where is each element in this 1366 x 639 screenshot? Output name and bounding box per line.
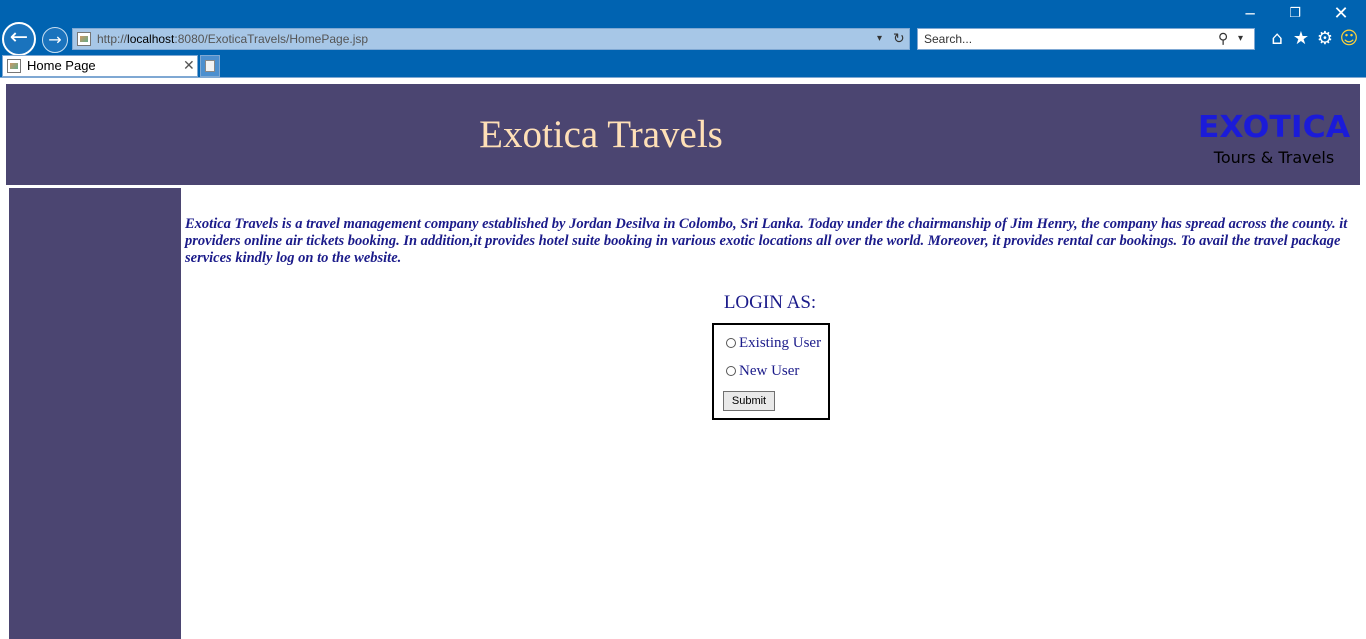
back-button[interactable]: ←	[2, 22, 36, 56]
search-box[interactable]: Search... ⚲ ▾	[917, 28, 1255, 50]
new-tab-icon[interactable]	[200, 55, 220, 77]
restore-button[interactable]: ❐	[1278, 4, 1312, 24]
forward-button[interactable]: →	[42, 27, 68, 53]
search-dropdown-icon[interactable]: ▾	[1238, 31, 1243, 47]
address-url[interactable]: http://localhost:8080/ExoticaTravels/Hom…	[97, 31, 368, 47]
logo-text: EXOTICA	[1197, 110, 1351, 145]
refresh-icon[interactable]: ↻	[893, 29, 905, 49]
tabbar-divider	[0, 77, 1366, 78]
browser-chrome: ─ ❐ ✕ ← → http://localhost:8080/ExoticaT…	[0, 0, 1366, 78]
favorites-star-icon[interactable]: ★	[1290, 28, 1312, 50]
existing-user-radio[interactable]	[726, 338, 736, 348]
company-description: Exotica Travels is a travel management c…	[185, 216, 1348, 266]
site-header: Exotica Travels	[6, 84, 1360, 185]
settings-gear-icon[interactable]: ⚙	[1314, 28, 1336, 50]
url-prefix: http://	[97, 32, 128, 46]
left-sidebar	[9, 188, 181, 639]
logo-subtext: Tours & Travels	[1213, 148, 1335, 167]
page-title: Exotica Travels	[479, 113, 723, 156]
close-window-button[interactable]: ✕	[1324, 4, 1358, 24]
tab-favicon-icon	[7, 59, 21, 73]
home-icon[interactable]: ⌂	[1266, 28, 1288, 50]
address-bar[interactable]: http://localhost:8080/ExoticaTravels/Hom…	[72, 28, 910, 50]
forward-arrow-icon: →	[48, 30, 62, 49]
url-host: localhost	[127, 32, 175, 46]
new-user-label[interactable]: New User	[739, 361, 799, 381]
existing-user-label[interactable]: Existing User	[739, 333, 821, 353]
search-placeholder: Search...	[924, 32, 973, 46]
minimize-button[interactable]: ─	[1233, 4, 1267, 24]
login-heading: LOGIN AS:	[723, 292, 817, 313]
feedback-smiley-icon[interactable]: ☺	[1338, 28, 1360, 50]
site-favicon-icon	[77, 32, 91, 46]
url-path: :8080/ExoticaTravels/HomePage.jsp	[174, 32, 369, 46]
tab-close-icon[interactable]: ✕	[183, 57, 195, 75]
search-icon[interactable]: ⚲	[1218, 30, 1228, 48]
login-form: Existing User New User Submit	[712, 323, 830, 420]
new-user-radio[interactable]	[726, 366, 736, 376]
exotica-logo: EXOTICA Tours & Travels	[1196, 110, 1352, 174]
submit-button[interactable]: Submit	[723, 391, 775, 411]
back-arrow-icon: ←	[9, 25, 29, 50]
tab-title: Home Page	[27, 58, 96, 73]
address-dropdown-icon[interactable]: ▾	[877, 31, 882, 47]
tab-home-page[interactable]: Home Page ✕	[2, 55, 198, 77]
